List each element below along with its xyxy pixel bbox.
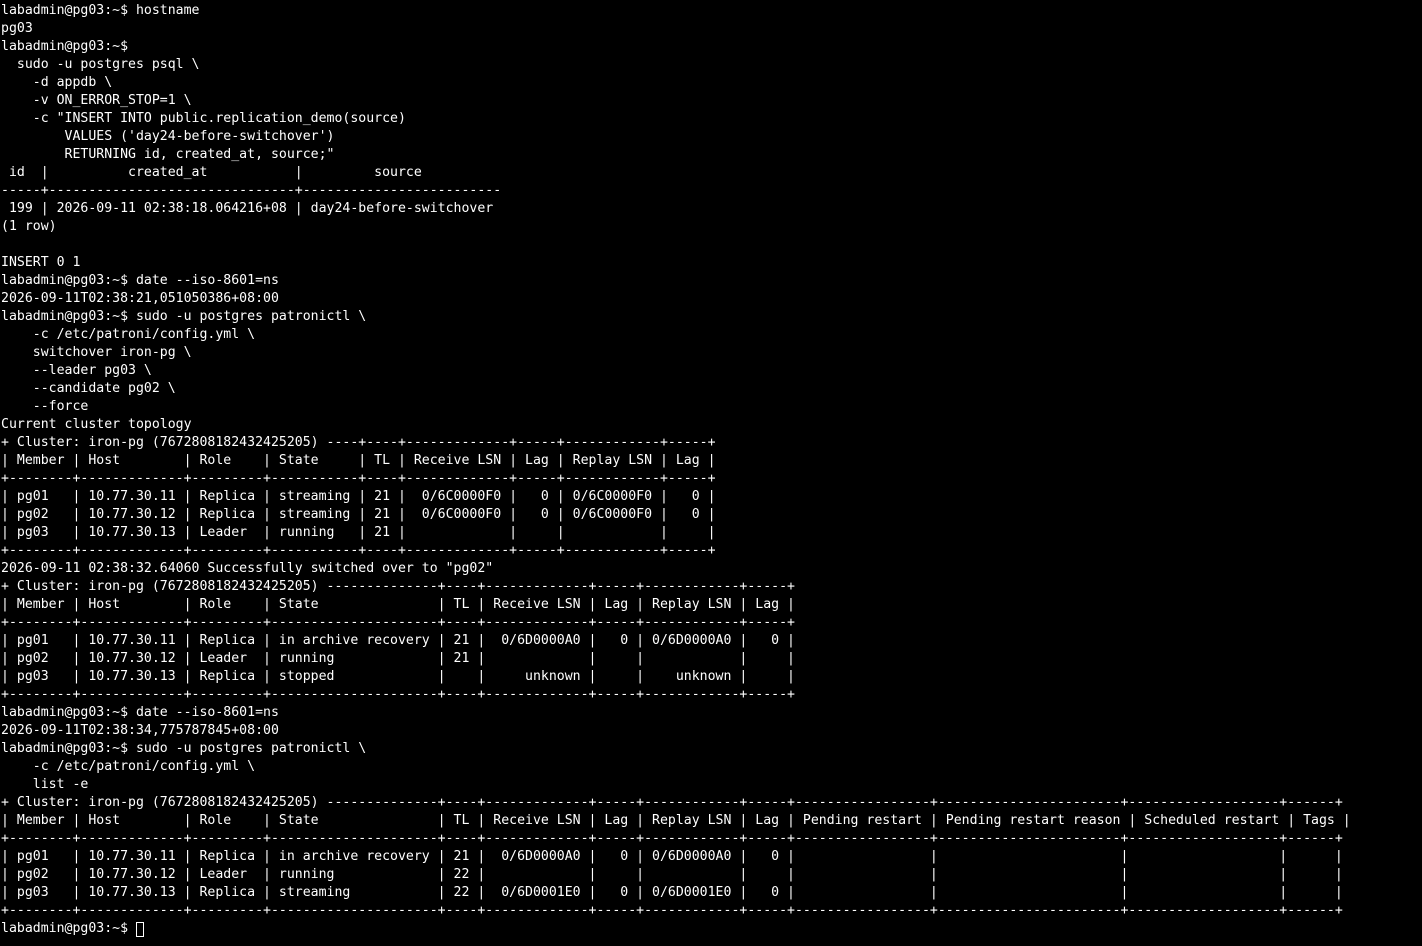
terminal-line: switchover iron-pg \ bbox=[1, 345, 192, 360]
terminal-line: 2026-09-11 02:38:32.64060 Successfully s… bbox=[1, 561, 494, 576]
terminal-line: pg03 bbox=[1, 21, 33, 36]
terminal-line: labadmin@pg03:~$ date --iso-8601=ns bbox=[1, 273, 279, 288]
terminal-line: +--------+-------------+---------+------… bbox=[1, 903, 1343, 918]
terminal-line: +--------+-------------+---------+------… bbox=[1, 543, 716, 558]
terminal-line: -d appdb \ bbox=[1, 75, 113, 90]
terminal-line: | pg01 | 10.77.30.11 | Replica | in arch… bbox=[1, 849, 1343, 864]
terminal-line: | Member | Host | Role | State | TL | Re… bbox=[1, 453, 716, 468]
terminal-line: | Member | Host | Role | State | TL | Re… bbox=[1, 813, 1351, 828]
terminal-line: --leader pg03 \ bbox=[1, 363, 152, 378]
terminal-line: 199 | 2026-09-11 02:38:18.064216+08 | da… bbox=[1, 201, 494, 216]
terminal-line: + Cluster: iron-pg (7672808182432425205)… bbox=[1, 435, 716, 450]
terminal-line: | pg03 | 10.77.30.13 | Replica | stopped… bbox=[1, 669, 795, 684]
terminal-line: +--------+-------------+---------+------… bbox=[1, 615, 795, 630]
terminal-line: 2026-09-11T02:38:21,051050386+08:00 bbox=[1, 291, 279, 306]
terminal-window[interactable]: labadmin@pg03:~$ hostname pg03 labadmin@pg… bbox=[0, 0, 1422, 946]
terminal-line: +--------+-------------+---------+------… bbox=[1, 687, 795, 702]
terminal-line: labadmin@pg03:~$ sudo -u postgres patron… bbox=[1, 309, 367, 324]
terminal-line: +--------+-------------+---------+------… bbox=[1, 471, 716, 486]
terminal-line: labadmin@pg03:~$ hostname bbox=[1, 3, 200, 18]
terminal-line: sudo -u postgres psql \ bbox=[1, 57, 200, 72]
terminal-line: | pg03 | 10.77.30.13 | Replica | streami… bbox=[1, 885, 1343, 900]
terminal-line: | pg02 | 10.77.30.12 | Replica | streami… bbox=[1, 507, 716, 522]
terminal-line: RETURNING id, created_at, source;" bbox=[1, 147, 335, 162]
terminal-line: --candidate pg02 \ bbox=[1, 381, 176, 396]
terminal-line: -c "INSERT INTO public.replication_demo(… bbox=[1, 111, 406, 126]
terminal-output: labadmin@pg03:~$ hostname pg03 labadmin@pg… bbox=[1, 2, 1422, 920]
terminal-line: -c /etc/patroni/config.yml \ bbox=[1, 759, 256, 774]
terminal-line: -v ON_ERROR_STOP=1 \ bbox=[1, 93, 192, 108]
text-cursor bbox=[135, 921, 144, 937]
active-prompt-line[interactable]: labadmin@pg03:~$ bbox=[1, 920, 1422, 938]
terminal-line: | Member | Host | Role | State | TL | Re… bbox=[1, 597, 795, 612]
terminal-line: -----+-------------------------------+--… bbox=[1, 183, 502, 198]
terminal-line: labadmin@pg03:~$ sudo -u postgres patron… bbox=[1, 741, 367, 756]
terminal-line: --force bbox=[1, 399, 89, 414]
terminal-line: | pg01 | 10.77.30.11 | Replica | streami… bbox=[1, 489, 716, 504]
terminal-line: +--------+-------------+---------+------… bbox=[1, 831, 1343, 846]
terminal-line: 2026-09-11T02:38:34,775787845+08:00 bbox=[1, 723, 279, 738]
terminal-line: list -e bbox=[1, 777, 89, 792]
terminal-line: (1 row) bbox=[1, 219, 57, 234]
terminal-line: id | created_at | source bbox=[1, 165, 422, 180]
terminal-line: Current cluster topology bbox=[1, 417, 192, 432]
terminal-line: | pg02 | 10.77.30.12 | Leader | running … bbox=[1, 867, 1343, 882]
terminal-line: + Cluster: iron-pg (7672808182432425205)… bbox=[1, 579, 795, 594]
terminal-line: | pg03 | 10.77.30.13 | Leader | running … bbox=[1, 525, 716, 540]
terminal-line: VALUES ('day24-before-switchover') bbox=[1, 129, 335, 144]
terminal-line: labadmin@pg03:~$ bbox=[1, 39, 129, 54]
terminal-line: | pg01 | 10.77.30.11 | Replica | in arch… bbox=[1, 633, 795, 648]
terminal-line: INSERT 0 1 bbox=[1, 255, 81, 270]
terminal-line: + Cluster: iron-pg (7672808182432425205)… bbox=[1, 795, 1343, 810]
terminal-line: -c /etc/patroni/config.yml \ bbox=[1, 327, 256, 342]
terminal-line: labadmin@pg03:~$ date --iso-8601=ns bbox=[1, 705, 279, 720]
terminal-line: | pg02 | 10.77.30.12 | Leader | running … bbox=[1, 651, 795, 666]
shell-prompt: labadmin@pg03:~$ bbox=[1, 921, 136, 936]
